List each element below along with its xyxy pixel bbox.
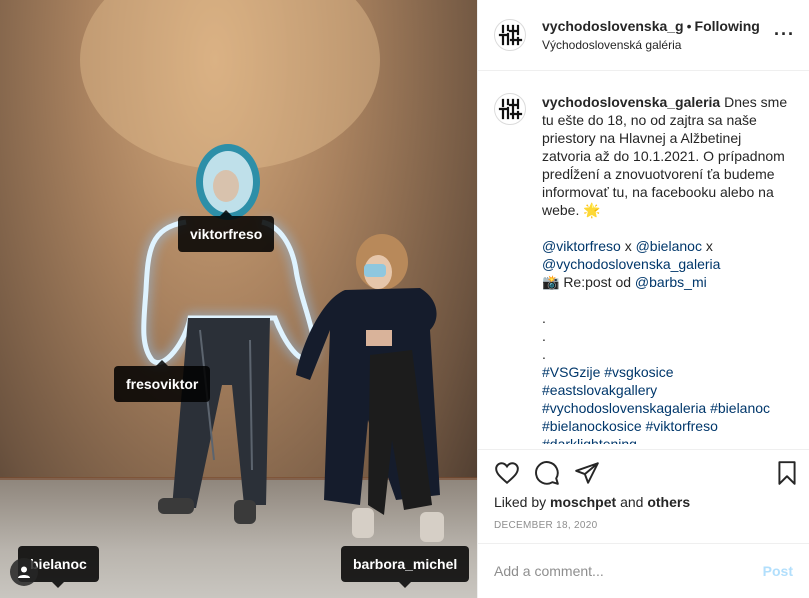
caption-line: webe. 🌟 bbox=[542, 202, 601, 218]
hashtag-link[interactable]: #darklightening bbox=[542, 435, 792, 444]
caption-line: informovať tu, na facebooku alebo na bbox=[542, 184, 774, 200]
likes-summary: Liked by moschpet and others bbox=[494, 494, 690, 510]
post-sidebar: vychodoslovenska_g • Following Východoslov… bbox=[477, 0, 809, 598]
caption-dot: . bbox=[542, 310, 546, 326]
caption-username[interactable]: vychodoslovenska_galeria bbox=[542, 94, 720, 110]
location-link[interactable]: Východoslovenská galéria bbox=[542, 36, 760, 54]
mention-link[interactable]: @viktorfreso bbox=[542, 238, 621, 254]
avatar[interactable] bbox=[494, 19, 526, 51]
post-photo[interactable]: viktorfreso fresoviktor bielanoc barbora… bbox=[0, 0, 477, 598]
header-username[interactable]: vychodoslovenska_g bbox=[542, 18, 684, 34]
repost-text: 📸 Re:post od bbox=[542, 274, 632, 290]
photo-tag-barbora-michel[interactable]: barbora_michel bbox=[341, 546, 470, 588]
post-comment-button[interactable]: Post bbox=[763, 563, 793, 579]
likes-others-link[interactable]: others bbox=[647, 494, 690, 510]
caption-separator: x bbox=[705, 238, 713, 254]
photo-tag-label: fresoviktor bbox=[126, 376, 199, 392]
caption-line: Dnes sme bbox=[724, 94, 788, 110]
neon-artwork bbox=[80, 0, 444, 542]
photo-tag-label: barbora_michel bbox=[353, 556, 458, 572]
photo-tag-label: bielanoc bbox=[30, 556, 87, 572]
photo-tag-label: viktorfreso bbox=[190, 226, 263, 242]
share-icon[interactable] bbox=[574, 460, 600, 486]
bookmark-icon[interactable] bbox=[774, 460, 800, 486]
caption-avatar[interactable] bbox=[494, 93, 526, 125]
caption-dot: . bbox=[542, 346, 546, 362]
gallery-logo-icon bbox=[498, 24, 523, 46]
caption-separator: x bbox=[624, 238, 632, 254]
comment-icon[interactable] bbox=[534, 460, 560, 486]
tagged-users-icon[interactable] bbox=[10, 558, 38, 586]
caption: vychodoslovenska_galeria Dnes sme tu ešt… bbox=[494, 93, 793, 444]
photo-tag-fresoviktor[interactable]: fresoviktor bbox=[114, 360, 211, 402]
more-horizontal-icon[interactable]: ··· bbox=[774, 24, 795, 45]
caption-line: zatvoria až do 10.1.2021. O prípadnom bbox=[542, 148, 785, 164]
comment-input[interactable] bbox=[494, 563, 763, 579]
heart-icon[interactable] bbox=[494, 460, 520, 486]
caption-line: tu ešte do 18, no od zajtra sa naše bbox=[542, 112, 757, 128]
hashtag-link[interactable]: #bielanockosice #viktorfreso bbox=[542, 417, 792, 435]
likes-and: and bbox=[620, 494, 644, 510]
likes-prefix: Liked by bbox=[494, 494, 547, 510]
caption-text: vychodoslovenska_galeria Dnes sme tu ešt… bbox=[542, 93, 792, 444]
hashtag-link[interactable]: #vychodoslovenskagaleria #bielanoc bbox=[542, 399, 792, 417]
caption-dot: . bbox=[542, 328, 546, 344]
hashtag-link[interactable]: #eastslovakgallery bbox=[542, 381, 792, 399]
following-button[interactable]: Following bbox=[695, 18, 760, 34]
hashtag-link[interactable]: #VSGzije #vsgkosice bbox=[542, 363, 792, 381]
mention-link[interactable]: @vychodoslovenska_galeria bbox=[542, 256, 720, 272]
post-header: vychodoslovenska_g • Following Východoslov… bbox=[478, 0, 809, 71]
caption-line: predĺžení a znovuotvorení ťa budeme bbox=[542, 166, 775, 182]
comments-section[interactable]: vychodoslovenska_galeria Dnes sme tu ešt… bbox=[478, 71, 809, 444]
caption-line: priestory na Hlavnej a Alžbetinej bbox=[542, 130, 742, 146]
liked-by-user-link[interactable]: moschpet bbox=[550, 494, 616, 510]
photo-tag-viktorfreso[interactable]: viktorfreso bbox=[178, 210, 275, 252]
add-comment-bar: Post bbox=[478, 543, 809, 598]
mention-link[interactable]: @barbs_mi bbox=[635, 274, 707, 290]
gallery-logo-icon bbox=[498, 98, 523, 120]
post-date[interactable]: DECEMBER 18, 2020 bbox=[494, 520, 597, 531]
header-separator: • bbox=[686, 17, 692, 34]
mention-link[interactable]: @bielanoc bbox=[636, 238, 702, 254]
action-bar bbox=[478, 449, 809, 497]
